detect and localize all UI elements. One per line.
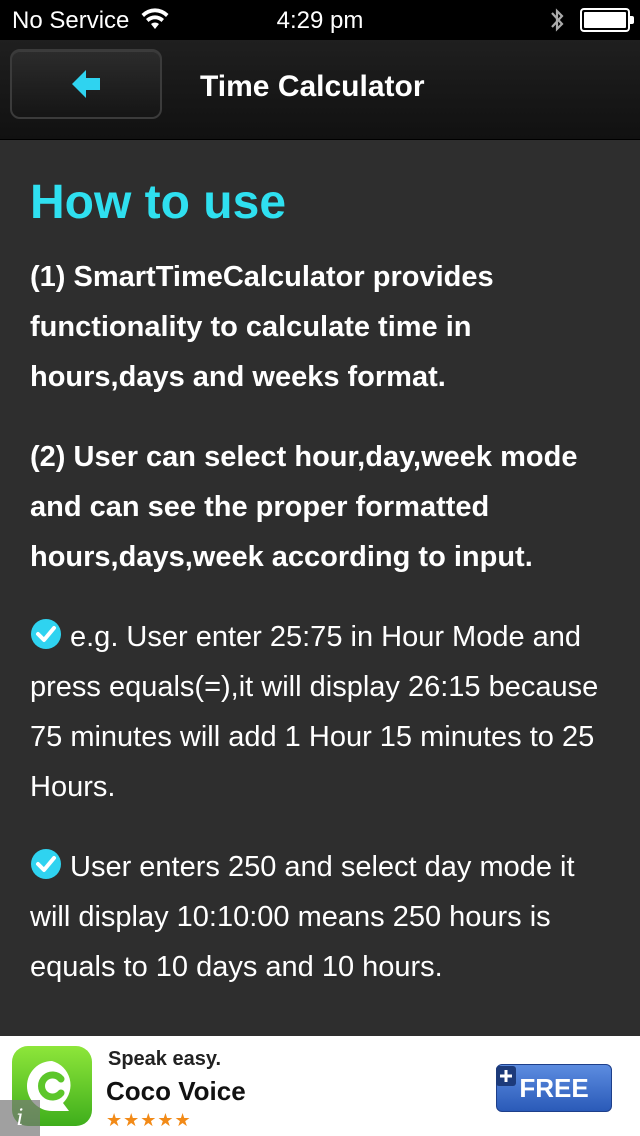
battery-icon [580,8,634,32]
ad-tagline: Speak easy. [108,1048,222,1070]
ad-info-icon[interactable]: i [0,1100,40,1136]
help-content[interactable]: How to use (1) SmartTimeCalculator provi… [0,141,640,1036]
plus-icon [496,1066,516,1086]
navigation-bar: Time Calculator [0,40,640,140]
rating-stars: ★★★★★ [106,1110,192,1130]
status-bar: No Service 4:29 pm [0,0,640,40]
section-heading: How to use [30,176,287,229]
example-paragraph-2: User enters 250 and select day mode it w… [30,842,610,992]
status-time: 4:29 pm [276,7,364,34]
bluetooth-icon [551,8,564,32]
status-right [548,6,634,34]
arrow-left-icon [72,70,100,98]
example-paragraph-1: e.g. User enter 25:75 in Hour Mode and p… [30,612,610,812]
ad-app-name: Coco Voice [106,1076,246,1106]
example-text-1: e.g. User enter 25:75 in Hour Mode and p… [30,621,599,803]
example-text-2: User enters 250 and select day mode it w… [30,851,575,983]
ad-banner[interactable]: Speak easy. Coco Voice ★★★★★ FREE [0,1036,640,1136]
back-button[interactable] [10,49,162,119]
checkmark-icon [31,619,61,649]
page-title: Time Calculator [200,70,425,103]
instruction-paragraph-2: (2) User can select hour,day,week mode a… [30,441,578,573]
checkmark-icon [31,849,61,879]
instruction-paragraph-1: (1) SmartTimeCalculator provides functio… [30,261,494,393]
